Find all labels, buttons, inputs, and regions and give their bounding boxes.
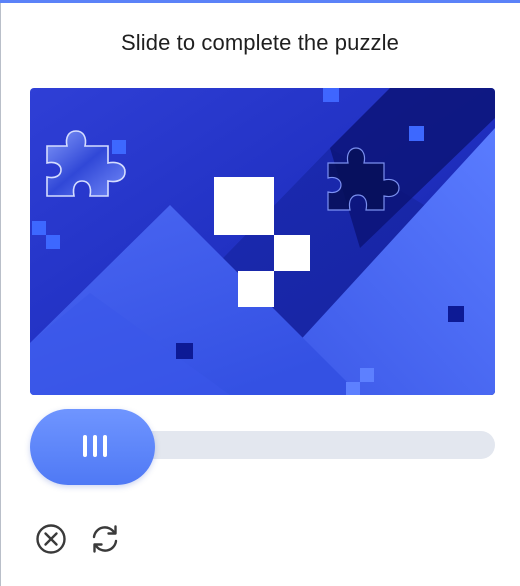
pixel-square	[323, 88, 339, 102]
grip-icon	[93, 435, 97, 457]
grip-icon	[83, 435, 87, 457]
pixel-square	[46, 235, 60, 249]
puzzle-background-image	[30, 88, 495, 395]
close-circle-icon	[36, 524, 66, 554]
pixel-square	[448, 306, 464, 322]
refresh-icon	[92, 525, 118, 553]
pixel-square	[409, 126, 424, 141]
logo-square-mid	[274, 235, 310, 271]
captcha-title: Slide to complete the puzzle	[121, 30, 399, 55]
pixel-square	[346, 382, 360, 395]
pixel-square	[32, 221, 46, 235]
pixel-square	[112, 140, 126, 154]
top-accent-bar	[0, 0, 520, 3]
pixel-square	[360, 368, 374, 382]
logo-square-top	[214, 177, 274, 235]
refresh-button[interactable]	[87, 521, 123, 557]
dialog-edge	[0, 3, 1, 586]
close-button[interactable]	[33, 521, 69, 557]
captcha-dialog: Slide to complete the puzzle	[0, 0, 520, 586]
logo-square-bottom	[238, 271, 274, 307]
grip-icon	[103, 435, 107, 457]
pixel-square	[176, 343, 193, 359]
slider-handle[interactable]	[30, 409, 155, 485]
